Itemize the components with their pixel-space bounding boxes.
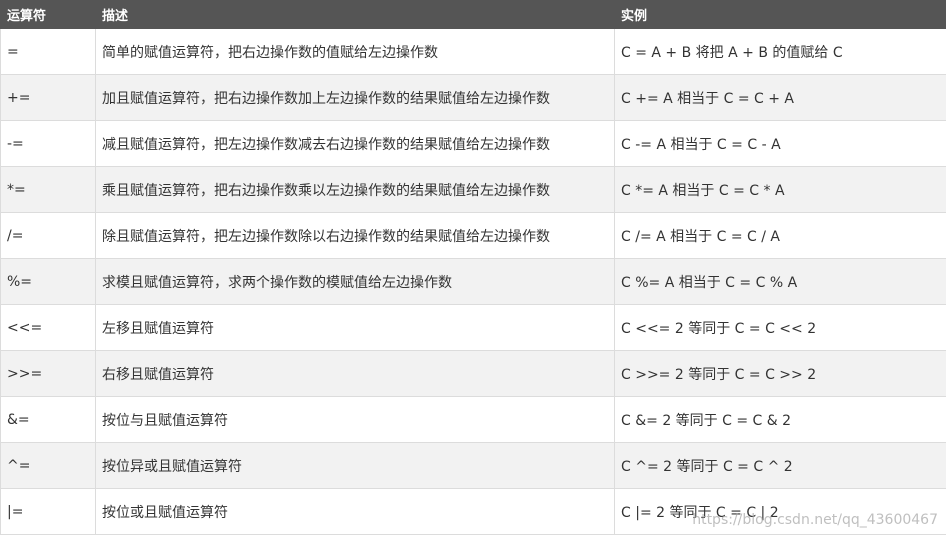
cell-description: 乘且赋值运算符，把右边操作数乘以左边操作数的结果赋值给左边操作数	[95, 166, 615, 213]
table-row: ^= 按位异或且赋值运算符 C ^= 2 等同于 C = C ^ 2	[0, 442, 946, 489]
cell-operator: %=	[0, 258, 96, 305]
cell-example: C ^= 2 等同于 C = C ^ 2	[614, 442, 946, 489]
table-row: += 加且赋值运算符，把右边操作数加上左边操作数的结果赋值给左边操作数 C += A…	[0, 74, 946, 121]
table-row: |= 按位或且赋值运算符 C |= 2 等同于 C = C | 2	[0, 488, 946, 535]
header-example: 实例	[614, 0, 946, 29]
table-row: &= 按位与且赋值运算符 C &= 2 等同于 C = C & 2	[0, 396, 946, 443]
cell-example: C -= A 相当于 C = C - A	[614, 120, 946, 167]
table-row: <<= 左移且赋值运算符 C <<= 2 等同于 C = C << 2	[0, 304, 946, 351]
cell-description: 除且赋值运算符，把左边操作数除以右边操作数的结果赋值给左边操作数	[95, 212, 615, 259]
cell-description: 求模且赋值运算符，求两个操作数的模赋值给左边操作数	[95, 258, 615, 305]
cell-operator: >>=	[0, 350, 96, 397]
header-row: 运算符 描述 实例	[0, 0, 946, 29]
cell-example: C %= A 相当于 C = C % A	[614, 258, 946, 305]
cell-example: C = A + B 将把 A + B 的值赋给 C	[614, 28, 946, 75]
cell-operator: -=	[0, 120, 96, 167]
assignment-operators-table: 运算符 描述 实例 = 简单的赋值运算符，把右边操作数的值赋给左边操作数 C = A…	[0, 0, 946, 535]
cell-description: 按位与且赋值运算符	[95, 396, 615, 443]
cell-description: 左移且赋值运算符	[95, 304, 615, 351]
header-description: 描述	[95, 0, 615, 29]
table-row: -= 减且赋值运算符，把左边操作数减去右边操作数的结果赋值给左边操作数 C -= A…	[0, 120, 946, 167]
cell-description: 简单的赋值运算符，把右边操作数的值赋给左边操作数	[95, 28, 615, 75]
cell-example: C += A 相当于 C = C + A	[614, 74, 946, 121]
cell-description: 减且赋值运算符，把左边操作数减去右边操作数的结果赋值给左边操作数	[95, 120, 615, 167]
header-operator: 运算符	[0, 0, 96, 29]
cell-example: C &= 2 等同于 C = C & 2	[614, 396, 946, 443]
table-row: %= 求模且赋值运算符，求两个操作数的模赋值给左边操作数 C %= A 相当于 C …	[0, 258, 946, 305]
cell-description: 按位或且赋值运算符	[95, 488, 615, 535]
cell-operator: /=	[0, 212, 96, 259]
cell-operator: =	[0, 28, 96, 75]
cell-description: 加且赋值运算符，把右边操作数加上左边操作数的结果赋值给左边操作数	[95, 74, 615, 121]
cell-operator: &=	[0, 396, 96, 443]
table-row: *= 乘且赋值运算符，把右边操作数乘以左边操作数的结果赋值给左边操作数 C *= A…	[0, 166, 946, 213]
table-row: = 简单的赋值运算符，把右边操作数的值赋给左边操作数 C = A + B 将把 A …	[0, 28, 946, 75]
cell-example: C >>= 2 等同于 C = C >> 2	[614, 350, 946, 397]
cell-operator: *=	[0, 166, 96, 213]
cell-example: C *= A 相当于 C = C * A	[614, 166, 946, 213]
cell-description: 右移且赋值运算符	[95, 350, 615, 397]
cell-operator: ^=	[0, 442, 96, 489]
cell-operator: <<=	[0, 304, 96, 351]
table-body: = 简单的赋值运算符，把右边操作数的值赋给左边操作数 C = A + B 将把 A …	[0, 28, 946, 535]
cell-example: C <<= 2 等同于 C = C << 2	[614, 304, 946, 351]
cell-operator: |=	[0, 488, 96, 535]
table-header: 运算符 描述 实例	[0, 0, 946, 29]
cell-example: C |= 2 等同于 C = C | 2	[614, 488, 946, 535]
table-row: /= 除且赋值运算符，把左边操作数除以右边操作数的结果赋值给左边操作数 C /= A…	[0, 212, 946, 259]
cell-example: C /= A 相当于 C = C / A	[614, 212, 946, 259]
cell-operator: +=	[0, 74, 96, 121]
table-row: >>= 右移且赋值运算符 C >>= 2 等同于 C = C >> 2	[0, 350, 946, 397]
cell-description: 按位异或且赋值运算符	[95, 442, 615, 489]
